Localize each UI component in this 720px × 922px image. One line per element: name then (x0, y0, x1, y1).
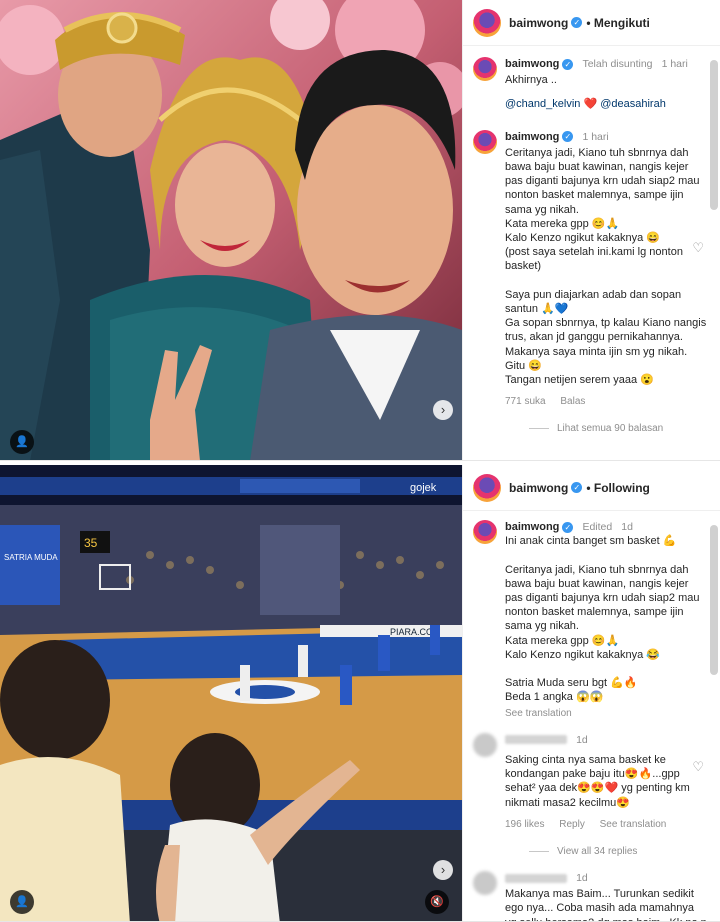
view-replies-link[interactable]: View all 34 replies (529, 846, 708, 857)
comment-time: 1 hari (661, 58, 688, 70)
comment-item: 1d Saking cinta nya sama basket ke konda… (463, 721, 708, 832)
verified-badge-icon: ✓ (571, 17, 583, 28)
next-slide-button[interactable]: › (433, 400, 453, 420)
tag-people-icon[interactable]: 👤 (10, 890, 34, 914)
reply-button[interactable]: Reply (559, 819, 585, 830)
comment-time: 1d (576, 872, 588, 885)
see-translation-link[interactable]: See translation (600, 819, 667, 830)
comment-username[interactable]: baimwong (505, 131, 559, 143)
comment-item: baimwong ✓ Telah disunting 1 hari Akhirny… (463, 47, 708, 112)
blurred-username[interactable] (505, 735, 567, 745)
author-username[interactable]: baimwong (509, 16, 568, 30)
post-header: baimwong ✓ • Following (463, 465, 720, 511)
scrollbar[interactable] (710, 525, 718, 675)
comment-actions: 196 likes Reply See translation (505, 818, 708, 832)
reply-button[interactable]: Balas (560, 396, 585, 407)
comment-text: Ceritanya jadi, Kiano tuh sbnrnya dah ba… (505, 146, 707, 387)
blurred-username[interactable] (505, 873, 567, 883)
comment-text: Saking cinta nya sama basket ke kondanga… (505, 754, 690, 809)
next-slide-button[interactable]: › (433, 860, 453, 880)
avatar[interactable] (473, 871, 497, 896)
caption-time: 1d (621, 521, 633, 533)
tag-people-icon[interactable]: 👤 (10, 430, 34, 454)
follow-status-button[interactable]: • Following (586, 481, 650, 495)
avatar[interactable] (473, 57, 497, 81)
comment-time: 1 hari (582, 130, 609, 143)
avatar[interactable] (473, 473, 501, 502)
author-username[interactable]: baimwong (509, 481, 568, 495)
avatar[interactable] (473, 8, 501, 37)
comments-sidebar: baimwong ✓ • Following baimwong ✓ Edited … (462, 465, 720, 921)
comment-text: Makanya mas Baim... Turunkan sedikit ego… (505, 888, 707, 921)
scrollbar[interactable] (710, 60, 718, 210)
post-panel-wedding: 👤 › baimwong ✓ • Mengikuti baimwong ✓ Tel… (0, 0, 720, 461)
comments-list[interactable]: baimwong ✓ Telah disunting 1 hari Akhirny… (463, 47, 720, 460)
mute-icon[interactable]: 🔇 (425, 890, 449, 914)
mention-link[interactable]: @chand_kelvin (505, 98, 580, 110)
edited-label: Telah disunting (582, 58, 653, 70)
avatar[interactable] (473, 732, 497, 757)
post-header: baimwong ✓ • Mengikuti (463, 0, 720, 46)
avatar[interactable] (473, 129, 497, 154)
basketball-photo[interactable]: gojek SATRIA MUDA 35 PIARA.COM 👤 🔇 › (0, 465, 462, 921)
see-translation-link[interactable]: See translation (505, 707, 708, 721)
view-replies-link[interactable]: Lihat semua 90 balasan (529, 423, 708, 434)
likes-count[interactable]: 771 suka (505, 396, 546, 407)
comment-item: baimwong ✓ 1 hari Ceritanya jadi, Kiano t… (463, 112, 708, 410)
comment-username[interactable]: baimwong (505, 58, 559, 70)
scoreboard-number: 35 (84, 536, 98, 550)
verified-badge-icon: ✓ (562, 521, 574, 533)
verified-badge-icon: ✓ (562, 131, 574, 143)
verified-badge-icon: ✓ (571, 482, 583, 493)
comments-list[interactable]: baimwong ✓ Edited 1d Ini anak cinta bange… (463, 512, 720, 921)
edited-label: Edited (582, 521, 613, 533)
verified-badge-icon: ✓ (562, 58, 574, 70)
like-heart-icon[interactable]: ♡ (692, 240, 704, 256)
caption-text: Ini anak cinta banget sm basket 💪 Cerita… (505, 535, 700, 704)
comment-actions: 771 suka Balas (505, 395, 708, 409)
heart-emoji: ❤️ (583, 98, 598, 111)
like-heart-icon[interactable]: ♡ (692, 759, 704, 775)
comment-time: 1d (576, 733, 588, 746)
banner-text: SATRIA MUDA (4, 553, 58, 562)
comment-item: 1d Makanya mas Baim... Turunkan sedikit … (463, 857, 708, 921)
avatar[interactable] (473, 520, 497, 544)
caption-username[interactable]: baimwong (505, 521, 559, 533)
follow-status-button[interactable]: • Mengikuti (586, 16, 650, 30)
arena-sign: gojek (410, 482, 437, 494)
caption-item: baimwong ✓ Edited 1d Ini anak cinta bange… (463, 512, 708, 721)
comment-text: Akhirnya .. (505, 74, 557, 87)
likes-count[interactable]: 196 likes (505, 819, 544, 830)
comments-sidebar: baimwong ✓ • Mengikuti baimwong ✓ Telah d… (462, 0, 720, 460)
mention-link[interactable]: @deasahirah (600, 98, 666, 110)
wedding-photo[interactable]: 👤 › (0, 0, 462, 460)
post-panel-basketball: gojek SATRIA MUDA 35 PIARA.COM 👤 🔇 › bai… (0, 463, 720, 922)
